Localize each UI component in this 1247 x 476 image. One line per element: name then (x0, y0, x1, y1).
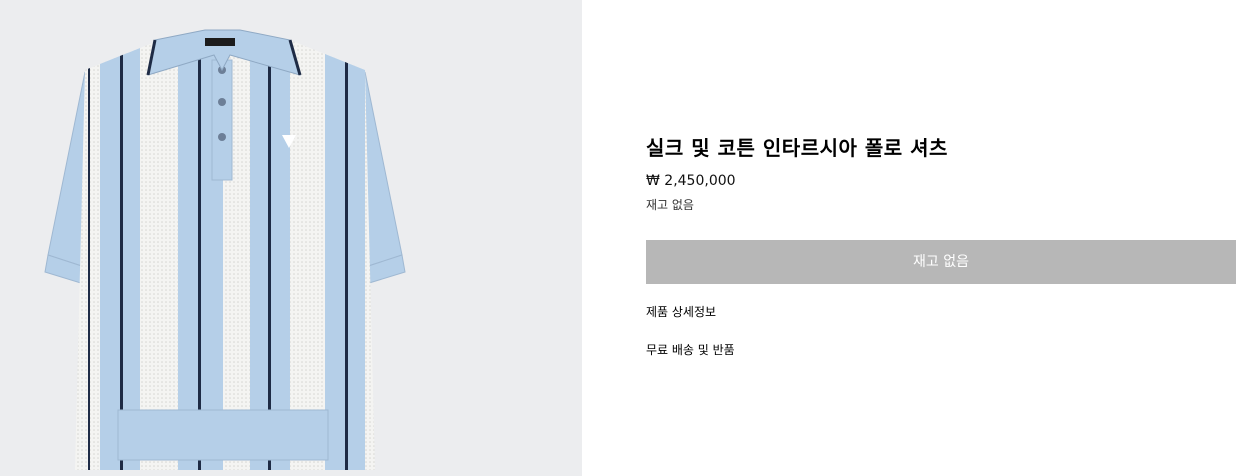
shipping-returns-link[interactable]: 무료 배송 및 반품 (646, 341, 735, 359)
product-title: 실크 및 코튼 인타르시아 폴로 셔츠 (646, 136, 948, 160)
stock-status: 재고 없음 (646, 198, 694, 212)
product-image (0, 0, 582, 476)
product-info: 실크 및 코튼 인타르시아 폴로 셔츠 ₩ 2,450,000 재고 없음 재고… (646, 134, 1236, 357)
product-price: ₩ 2,450,000 (646, 173, 736, 189)
sold-out-button[interactable]: 재고 없음 (646, 240, 1236, 284)
polo-shirt-illustration (44, 29, 406, 470)
product-details-link[interactable]: 제품 상세정보 (646, 303, 716, 321)
